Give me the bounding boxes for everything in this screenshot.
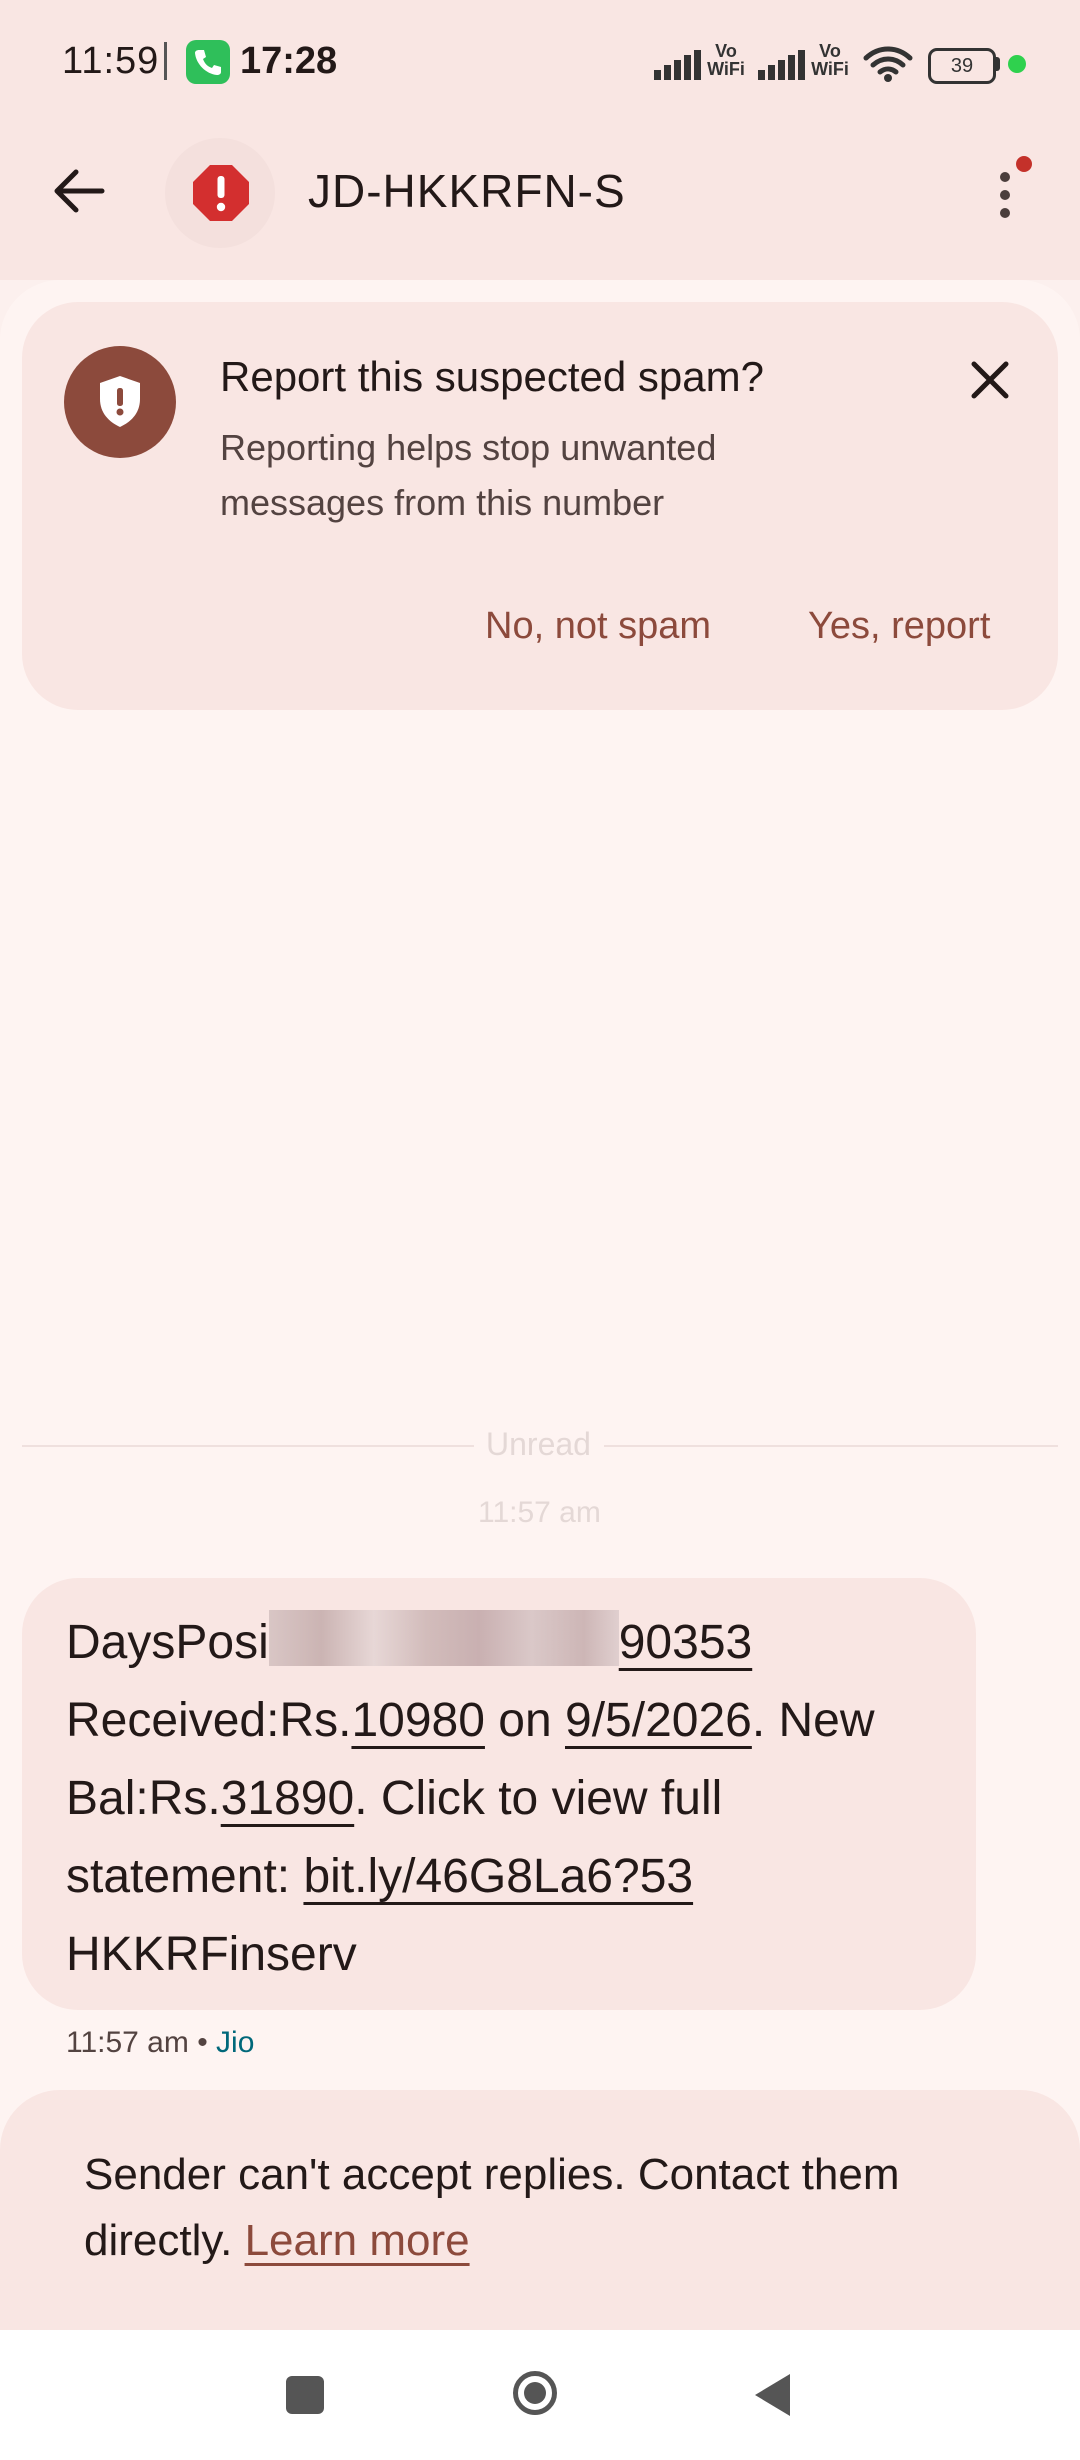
vowifi-label-1: Vo WiFi (707, 41, 745, 79)
back-button[interactable] (40, 150, 120, 230)
home-icon (524, 2382, 546, 2404)
carrier-label: Jio (216, 2026, 255, 2059)
reply-unavailable-text: Sender can't accept replies. Contact the… (84, 2142, 984, 2274)
message-time: 11:57 am (66, 2026, 189, 2059)
status-time: 11:59 (62, 40, 160, 82)
alert-icon (190, 162, 252, 224)
learn-more-link[interactable]: Learn more (245, 2216, 470, 2265)
back-arrow-icon (54, 169, 105, 213)
nav-back-icon (755, 2374, 790, 2416)
statement-link[interactable]: bit.ly/46G8La6?53 (303, 1850, 693, 1903)
signal-icon-2 (758, 50, 805, 80)
vowifi-label-2: Vo WiFi (811, 41, 849, 79)
close-banner-button[interactable] (960, 350, 1020, 410)
divider-left (22, 1445, 474, 1447)
more-vert-icon-dot (1000, 190, 1010, 200)
not-spam-button[interactable]: No, not spam (485, 605, 711, 648)
close-icon (971, 361, 1009, 399)
battery-icon: 39 (928, 48, 996, 84)
nav-back-button[interactable] (752, 2372, 792, 2418)
privacy-indicator-dot (1008, 55, 1026, 73)
message-meta: 11:57 am • Jio (66, 2026, 254, 2060)
status-separator (164, 42, 167, 80)
conversation-title: JD-HKKRFN-S (308, 165, 626, 217)
status-bar (0, 0, 1080, 130)
shield-icon (64, 346, 176, 458)
report-button[interactable]: Yes, report (808, 605, 990, 648)
balance-link[interactable]: 31890 (221, 1772, 354, 1825)
battery-tip (995, 57, 1000, 71)
more-vert-icon (1000, 172, 1010, 182)
call-icon (186, 40, 230, 84)
account-number-link[interactable]: 90353 (619, 1616, 752, 1669)
divider-right (604, 1445, 1058, 1447)
amount-link[interactable]: 10980 (351, 1694, 484, 1747)
wifi-icon (862, 44, 914, 84)
more-vert-icon-dot (1000, 208, 1010, 218)
message-text: DaysPosi 90353 Received:Rs.10980 on 9/5/20… (66, 1604, 946, 1994)
message-prefix: DaysPosi (66, 1616, 269, 1669)
thread-timestamp: 11:57 am (478, 1496, 601, 1529)
on-label: on (484, 1694, 565, 1747)
call-duration: 17:28 (240, 40, 338, 82)
notification-dot (1016, 156, 1032, 172)
redacted-block (268, 1610, 619, 1666)
recents-button[interactable] (286, 2376, 324, 2414)
notice-text: Sender can't accept replies. Contact the… (84, 2150, 900, 2265)
date-link[interactable]: 9/5/2026 (565, 1694, 752, 1747)
signal-icon-1 (654, 50, 701, 80)
spam-title: Report this suspected spam? (220, 353, 764, 400)
meta-separator: • (188, 2026, 217, 2059)
received-label: Received:Rs. (66, 1694, 352, 1747)
unread-label: Unread (486, 1426, 591, 1462)
message-signature: HKKRFinserv (66, 1928, 357, 1981)
spam-description: Reporting helps stop unwanted messages f… (220, 427, 717, 523)
